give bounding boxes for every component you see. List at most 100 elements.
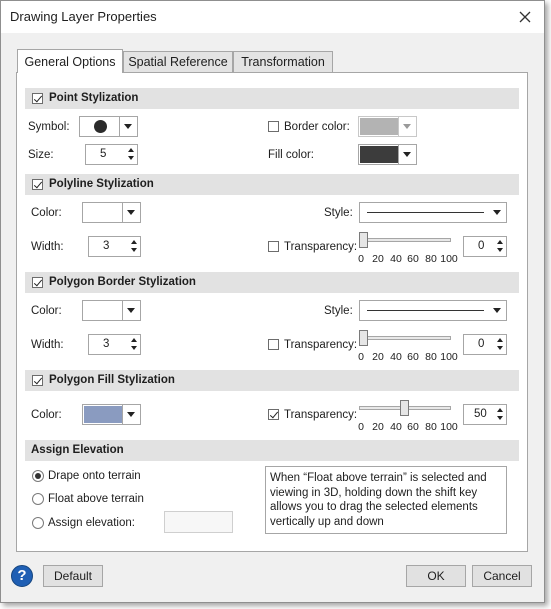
close-button[interactable] <box>514 6 536 28</box>
symbol-dropdown[interactable] <box>79 116 138 137</box>
help-button[interactable]: ? <box>11 565 33 587</box>
polygon-fill-color-dropdown[interactable] <box>82 404 141 425</box>
point-stylization-checkbox[interactable] <box>32 93 43 104</box>
polygon-border-transparency-stepper[interactable]: 0 <box>463 334 507 355</box>
assign-elevation-radio[interactable] <box>32 517 44 529</box>
elevation-info-text: When “Float above terrain” is selected a… <box>265 466 507 534</box>
slider-track <box>359 238 451 242</box>
tick-label: 0 <box>358 351 364 363</box>
polygon-border-width-label: Width: <box>31 339 64 351</box>
polygon-border-transparency-checkbox[interactable] <box>268 339 279 350</box>
tick-label: 100 <box>440 351 458 363</box>
line-style-preview <box>367 212 484 213</box>
polyline-transparency-slider[interactable]: 0 20 40 60 80 100 <box>356 232 458 272</box>
tab-transformation[interactable]: Transformation <box>233 51 333 73</box>
title-bar: Drawing Layer Properties <box>1 1 544 33</box>
polygon-border-color-dropdown[interactable] <box>82 300 141 321</box>
border-color-swatch <box>360 118 398 135</box>
spin-up-icon[interactable] <box>131 240 137 244</box>
size-value: 5 <box>100 148 107 160</box>
spin-down-icon[interactable] <box>497 416 503 420</box>
spin-down-icon[interactable] <box>128 156 134 160</box>
drape-onto-terrain-radio[interactable] <box>32 470 44 482</box>
size-stepper[interactable]: 5 <box>85 144 138 165</box>
polygon-border-width-stepper[interactable]: 3 <box>88 334 141 355</box>
float-above-terrain-label[interactable]: Float above terrain <box>48 493 144 505</box>
window-title: Drawing Layer Properties <box>10 9 157 24</box>
spin-up-icon[interactable] <box>131 338 137 342</box>
polygon-border-stylization-checkbox[interactable] <box>32 277 43 288</box>
polyline-stylization-checkbox[interactable] <box>32 179 43 190</box>
polyline-transparency-label: Transparency: <box>284 241 358 253</box>
border-color-checkbox[interactable] <box>268 121 279 132</box>
assign-elevation-title: Assign Elevation <box>31 444 124 456</box>
polygon-border-style-dropdown[interactable] <box>359 300 507 321</box>
slider-thumb[interactable] <box>359 232 368 248</box>
assign-elevation-label[interactable]: Assign elevation: <box>48 517 135 529</box>
border-color-label: Border color: <box>284 121 350 133</box>
tick-label: 40 <box>390 253 402 265</box>
tick-label: 40 <box>390 351 402 363</box>
polygon-border-color-label: Color: <box>31 305 62 317</box>
polyline-transparency-stepper[interactable]: 0 <box>463 236 507 257</box>
fill-color-dropdown[interactable] <box>358 144 417 165</box>
polygon-fill-stylization-checkbox[interactable] <box>32 375 43 386</box>
chevron-down-icon <box>398 117 416 136</box>
circle-symbol-icon <box>94 120 107 133</box>
tick-label: 60 <box>407 421 419 433</box>
spin-down-icon[interactable] <box>131 346 137 350</box>
polygon-fill-transparency-stepper[interactable]: 50 <box>463 404 507 425</box>
fill-color-swatch <box>360 146 398 163</box>
border-color-dropdown[interactable] <box>358 116 417 137</box>
polygon-border-stylization-header: Polygon Border Stylization <box>25 272 519 293</box>
polyline-width-stepper[interactable]: 3 <box>88 236 141 257</box>
slider-track <box>359 336 451 340</box>
tick-label: 20 <box>372 253 384 265</box>
elevation-input[interactable] <box>164 511 233 533</box>
fill-color-label: Fill color: <box>268 149 315 161</box>
tick-label: 100 <box>440 253 458 265</box>
polygon-fill-transparency-checkbox[interactable] <box>268 409 279 420</box>
point-stylization-header: Point Stylization <box>25 88 519 109</box>
chevron-down-icon <box>398 145 416 164</box>
spin-up-icon[interactable] <box>497 408 503 412</box>
slider-thumb[interactable] <box>400 400 409 416</box>
spin-up-icon[interactable] <box>497 338 503 342</box>
polyline-style-dropdown[interactable] <box>359 202 507 223</box>
spin-down-icon[interactable] <box>497 346 503 350</box>
general-options-panel: Point Stylization Symbol: Size: 5 Border… <box>16 72 528 552</box>
polyline-transparency-checkbox[interactable] <box>268 241 279 252</box>
assign-elevation-header: Assign Elevation <box>25 440 519 461</box>
polygon-border-width-value: 3 <box>103 338 110 350</box>
tab-general-options[interactable]: General Options <box>17 49 123 73</box>
spin-up-icon[interactable] <box>497 240 503 244</box>
cancel-button[interactable]: Cancel <box>472 565 532 587</box>
tick-label: 60 <box>407 253 419 265</box>
chevron-down-icon <box>119 117 137 136</box>
polygon-fill-transparency-label: Transparency: <box>284 409 358 421</box>
tick-label: 20 <box>372 421 384 433</box>
chevron-down-icon <box>122 203 140 222</box>
drape-onto-terrain-label[interactable]: Drape onto terrain <box>48 470 141 482</box>
spin-up-icon[interactable] <box>128 148 134 152</box>
polygon-border-transparency-slider[interactable]: 0 20 40 60 80 100 <box>356 330 458 370</box>
slider-thumb[interactable] <box>359 330 368 346</box>
polyline-width-value: 3 <box>103 240 110 252</box>
polyline-style-label: Style: <box>324 207 353 219</box>
polyline-transparency-value: 0 <box>478 240 485 252</box>
polyline-stylization-header: Polyline Stylization <box>25 174 519 195</box>
tick-label: 100 <box>440 421 458 433</box>
spin-down-icon[interactable] <box>131 248 137 252</box>
ok-button[interactable]: OK <box>406 565 466 587</box>
polyline-color-dropdown[interactable] <box>82 202 141 223</box>
polygon-fill-transparency-slider[interactable]: 0 20 40 60 80 100 <box>356 400 458 440</box>
polyline-stylization-title: Polyline Stylization <box>49 178 154 190</box>
spin-down-icon[interactable] <box>497 248 503 252</box>
tick-label: 60 <box>407 351 419 363</box>
tick-label: 0 <box>358 421 364 433</box>
default-button[interactable]: Default <box>43 565 103 587</box>
float-above-terrain-radio[interactable] <box>32 493 44 505</box>
size-label: Size: <box>28 149 54 161</box>
polygon-border-transparency-value: 0 <box>478 338 485 350</box>
tab-spatial-reference[interactable]: Spatial Reference <box>123 51 233 73</box>
